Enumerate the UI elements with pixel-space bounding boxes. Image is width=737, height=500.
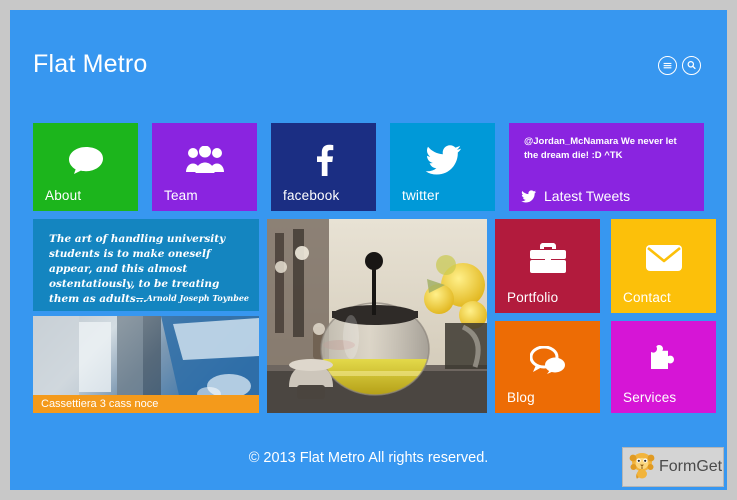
tile-blog-label: Blog (507, 390, 535, 405)
people-group-icon (185, 145, 224, 174)
site-header: Flat Metro (10, 10, 727, 100)
comments-icon (529, 345, 566, 374)
tile-contact[interactable]: Contact (611, 219, 716, 313)
featured-photo[interactable] (267, 219, 487, 413)
tile-services[interactable]: Services (611, 321, 716, 413)
puzzle-piece-icon (648, 344, 680, 375)
hamburger-menu-icon[interactable] (658, 56, 677, 75)
tweet-text: @Jordan_McNamara We never let the dream … (524, 136, 677, 161)
speech-bubble-icon (68, 145, 104, 175)
tile-team-label: Team (164, 188, 198, 203)
photo-caption: Cassettiera 3 cass noce (33, 395, 259, 413)
tile-facebook[interactable]: facebook (271, 123, 376, 211)
tweet-footer: Latest Tweets (521, 188, 630, 204)
tile-about[interactable]: About (33, 123, 138, 211)
tile-twitter-label: twitter (402, 188, 440, 203)
footer-copyright: © 2013 Flat Metro All rights reserved. (248, 450, 489, 466)
tile-quote: The art of handling university students … (33, 219, 259, 311)
tile-portfolio[interactable]: Portfolio (495, 219, 600, 313)
tile-portfolio-label: Portfolio (507, 290, 559, 305)
tile-services-label: Services (623, 390, 677, 405)
envelope-icon (645, 245, 682, 272)
tile-twitter[interactable]: twitter (390, 123, 495, 211)
tile-photo-thumbnail[interactable]: Cassettiera 3 cass noce (33, 316, 259, 413)
page-title: Flat Metro (33, 50, 148, 78)
tile-about-label: About (45, 188, 82, 203)
page-frame: Flat Metro About Team facebook twitter @… (10, 10, 727, 490)
twitter-bird-icon (425, 145, 461, 175)
tile-latest-tweets[interactable]: @Jordan_McNamara We never let the dream … (509, 123, 704, 211)
lion-mascot-icon (629, 451, 655, 484)
tile-blog[interactable]: Blog (495, 321, 600, 413)
facebook-f-icon (314, 144, 334, 176)
search-icon[interactable] (682, 56, 701, 75)
latest-tweets-label: Latest Tweets (544, 188, 631, 204)
tile-contact-label: Contact (623, 290, 671, 305)
tile-facebook-label: facebook (283, 188, 340, 203)
formget-watermark: FormGet (622, 447, 724, 487)
briefcase-icon (529, 243, 566, 274)
tile-team[interactable]: Team (152, 123, 257, 211)
quote-author: — Arnold Joseph Toynbee (135, 293, 249, 303)
teapot-photo-illustration (267, 219, 487, 413)
formget-label: FormGet (659, 458, 723, 475)
twitter-bird-icon (521, 189, 536, 203)
